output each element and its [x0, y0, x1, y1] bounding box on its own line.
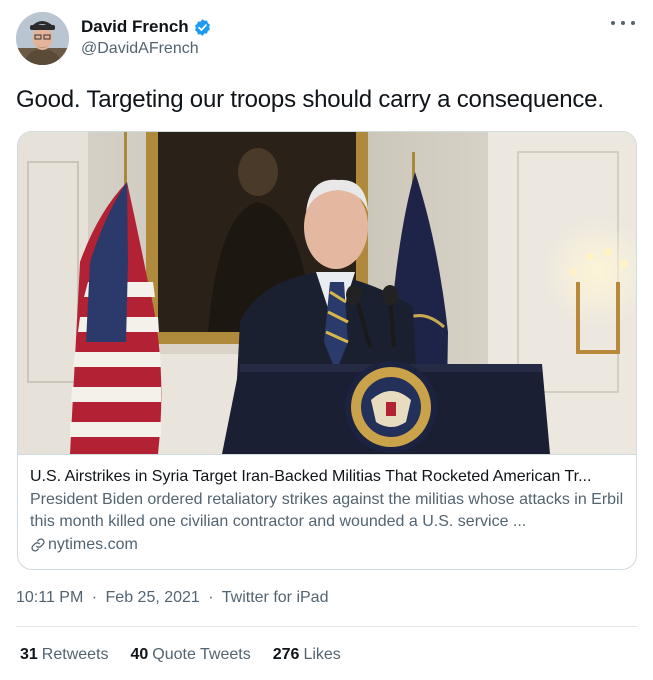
- tweet-meta: 10:11 PM · Feb 25, 2021 · Twitter for iP…: [16, 589, 328, 607]
- link-icon: [31, 538, 45, 552]
- author-handle[interactable]: @DavidAFrench: [81, 40, 199, 58]
- retweets-stat[interactable]: 31 Retweets: [20, 646, 109, 664]
- card-image[interactable]: [18, 132, 636, 454]
- more-options-icon[interactable]: [611, 14, 635, 32]
- tweet-time[interactable]: 10:11 PM: [16, 589, 83, 606]
- author-name-row[interactable]: David French: [81, 17, 212, 37]
- retweets-count: 31: [20, 646, 38, 663]
- divider: [16, 626, 637, 627]
- likes-label: Likes: [303, 646, 341, 663]
- tweet-text: Good. Targeting our troops should carry …: [16, 86, 604, 113]
- quote-tweets-stat[interactable]: 40 Quote Tweets: [131, 646, 251, 664]
- likes-count: 276: [272, 646, 300, 663]
- quote-tweets-count: 40: [130, 646, 149, 663]
- card-domain: nytimes.com: [48, 536, 138, 553]
- tweet-date[interactable]: Feb 25, 2021: [106, 589, 200, 606]
- likes-stat[interactable]: 276 Likes: [273, 646, 341, 664]
- link-card[interactable]: U.S. Airstrikes in Syria Target Iran-Bac…: [17, 131, 637, 570]
- verified-badge-icon: [194, 18, 210, 36]
- card-domain-row: nytimes.com: [30, 534, 624, 556]
- card-title[interactable]: U.S. Airstrikes in Syria Target Iran-Bac…: [30, 467, 624, 487]
- card-description: President Biden ordered retaliatory stri…: [30, 491, 624, 530]
- meta-separator-2: ·: [208, 589, 214, 606]
- tweet: David French @DavidAFrench Good. Targeti…: [0, 0, 653, 680]
- card-body[interactable]: U.S. Airstrikes in Syria Target Iran-Bac…: [18, 454, 636, 569]
- quote-tweets-label: Quote Tweets: [152, 646, 251, 663]
- avatar[interactable]: [16, 12, 69, 65]
- display-name[interactable]: David French: [81, 17, 189, 37]
- engagement-stats: 31 Retweets 40 Quote Tweets 276 Likes: [20, 646, 363, 664]
- tweet-source: Twitter for iPad: [221, 589, 329, 606]
- meta-separator: ·: [91, 589, 98, 606]
- retweets-label: Retweets: [41, 646, 109, 663]
